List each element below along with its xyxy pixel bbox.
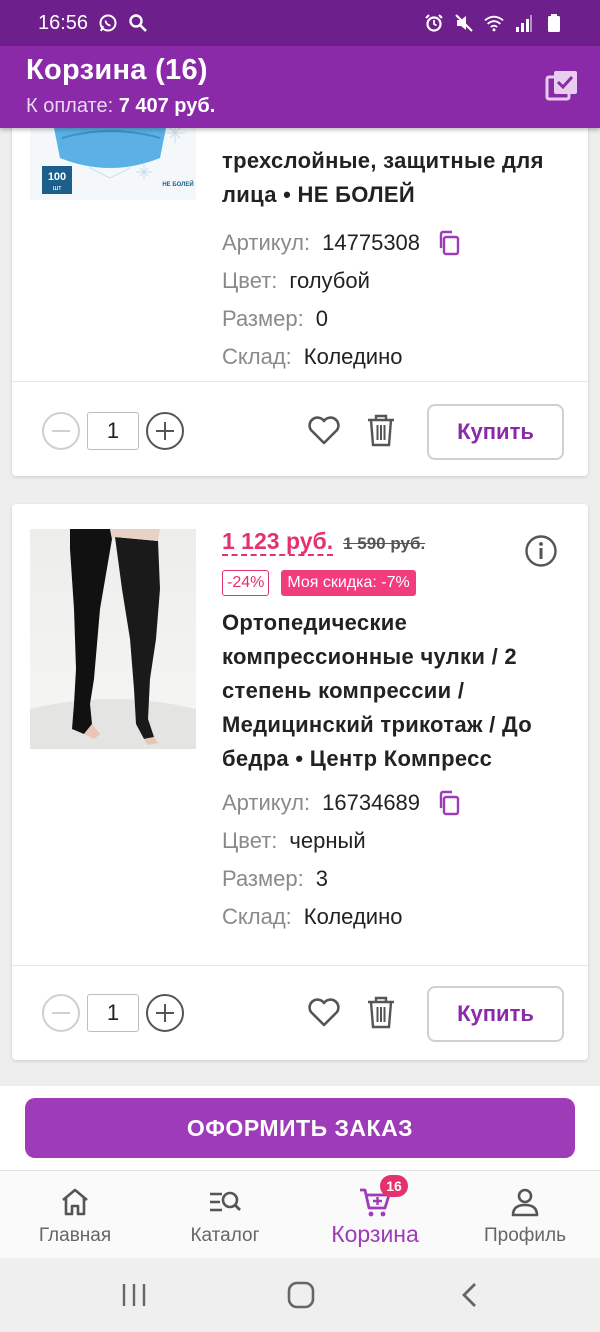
total-to-pay: К оплате: 7 407 руб. [26,95,215,118]
current-price[interactable]: 1 123 руб. [222,528,334,556]
nav-catalog[interactable]: Каталог [150,1171,300,1259]
copy-icon[interactable] [436,790,462,816]
alarm-icon [424,13,444,33]
bottom-navigation: Главная Каталог 16 Корзина Профиль [0,1170,600,1258]
recent-apps-icon[interactable] [119,1280,149,1310]
signal-icon [514,13,534,33]
size-label: Размер: [222,866,304,891]
divider [12,381,588,382]
app-bar: Корзина (16) К оплате: 7 407 руб. [0,46,600,128]
image-brand: НЕ БОЛЕЙ [162,180,193,188]
search-icon [128,13,148,33]
article-label: Артикул: [222,230,311,255]
nav-profile[interactable]: Профиль [450,1171,600,1259]
product-name[interactable]: трехслойные, защитные для лица • НЕ БОЛЕ… [222,144,572,212]
product-image[interactable]: 100 шт НЕ БОЛЕЙ [30,128,196,200]
battery-icon [544,13,564,33]
color-row: Цвет: голубой [222,262,572,300]
total-label: К оплате: [26,95,114,117]
nav-home[interactable]: Главная [0,1171,150,1259]
discount-badge: -24% [222,570,270,596]
nav-cart[interactable]: 16 Корзина [300,1171,450,1259]
article-value: 16734689 [322,790,421,815]
color-label: Цвет: [222,268,278,293]
my-discount-badge: Моя скидка: -7% [281,570,416,596]
article-row: Артикул: 16734689 [222,784,572,822]
item-actions: 1 Купить [12,966,588,1060]
cart-count-badge: 16 [380,1175,408,1197]
size-row: Размер: 0 [222,300,572,338]
nav-cart-label: Корзина [331,1221,419,1247]
product-image[interactable] [30,529,196,749]
trash-icon[interactable] [364,994,398,1030]
article-label: Артикул: [222,790,311,815]
whatsapp-icon [98,13,118,33]
warehouse-value: Коледино [303,904,403,929]
price-row: 1 123 руб. 1 590 руб. [222,528,572,568]
profile-icon [508,1185,542,1219]
wifi-icon [484,13,504,33]
trash-icon[interactable] [364,412,398,448]
warehouse-value: Коледино [303,344,403,369]
nav-catalog-label: Каталог [190,1225,260,1246]
cart-list[interactable]: 100 шт НЕ БОЛЕЙ трехслойные, защитные дл… [0,128,600,1086]
back-icon[interactable] [455,1280,485,1310]
mute-icon [454,13,474,33]
item-actions: 1 Купить [12,384,588,478]
home-circle-icon[interactable] [286,1280,316,1310]
checkout-button[interactable]: ОФОРМИТЬ ЗАКАЗ [25,1098,575,1158]
buy-button[interactable]: Купить [427,986,564,1042]
quantity-field[interactable]: 1 [87,412,139,450]
image-pack-count: 100 [48,171,66,183]
discount-badges: -24% Моя скидка: -7% [222,570,572,596]
warehouse-label: Склад: [222,904,292,929]
color-value: черный [289,828,366,853]
old-price: 1 590 руб. [343,534,426,553]
heart-icon[interactable] [306,412,342,448]
decrease-quantity-button[interactable] [42,994,80,1032]
warehouse-row: Склад: Коледино [222,338,572,376]
size-row: Размер: 3 [222,860,572,898]
buy-button[interactable]: Купить [427,404,564,460]
size-label: Размер: [222,306,304,331]
page-title: Корзина (16) [26,54,208,86]
image-pack-unit: шт [53,185,63,192]
warehouse-row: Склад: Коледино [222,898,572,936]
catalog-search-icon [208,1185,242,1219]
checkbox-list-icon[interactable] [544,68,580,104]
nav-profile-label: Профиль [483,1225,567,1246]
size-value: 3 [315,866,328,891]
article-value: 14775308 [322,230,421,255]
total-amount: 7 407 руб. [118,95,216,117]
increase-quantity-button[interactable] [146,994,184,1032]
home-icon [58,1185,92,1219]
size-value: 0 [315,306,328,331]
increase-quantity-button[interactable] [146,412,184,450]
quantity-field[interactable]: 1 [87,994,139,1032]
status-time: 16:56 [38,11,89,34]
color-row: Цвет: черный [222,822,572,860]
copy-icon[interactable] [436,230,462,256]
heart-icon[interactable] [306,994,342,1030]
checkout-bar: ОФОРМИТЬ ЗАКАЗ [0,1086,600,1170]
product-name[interactable]: Ортопедические компрессионные чулки / 2 … [222,606,572,776]
article-row: Артикул: 14775308 [222,224,572,262]
cart-item: 100 шт НЕ БОЛЕЙ трехслойные, защитные дл… [12,128,588,476]
decrease-quantity-button[interactable] [42,412,80,450]
color-label: Цвет: [222,828,278,853]
warehouse-label: Склад: [222,344,292,369]
color-value: голубой [289,268,370,293]
status-bar: 16:56 [0,0,600,46]
system-navigation-bar [0,1258,600,1332]
cart-item: 1 123 руб. 1 590 руб. -24% Моя скидка: -… [12,504,588,1060]
nav-home-label: Главная [38,1225,112,1246]
